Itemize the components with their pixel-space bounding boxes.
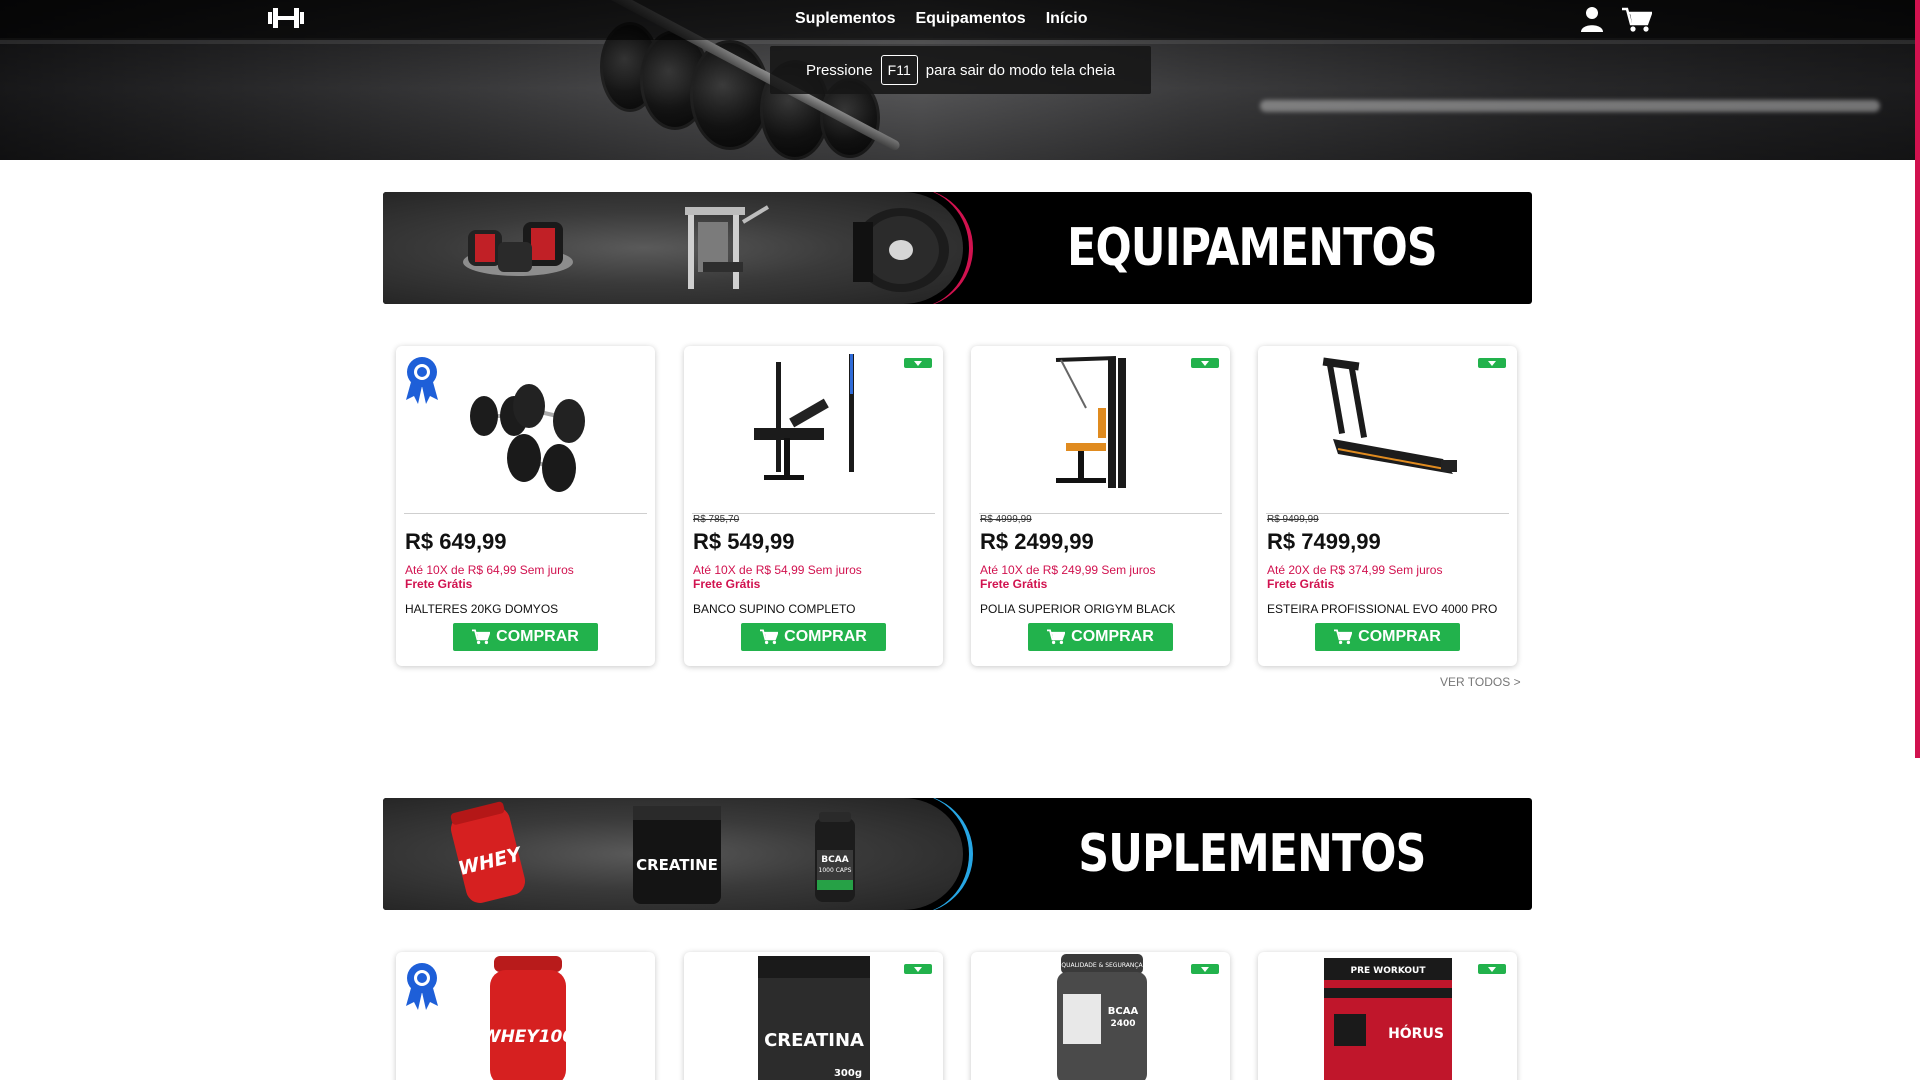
cart-icon [760, 629, 779, 645]
product-image-area: CREATINA 300g [684, 952, 943, 1080]
installments: Até 10X de R$ 249,99 Sem juros [980, 563, 1156, 577]
cart-icon [472, 629, 491, 645]
product-card[interactable]: PRE WORKOUT HÓRUS [1258, 952, 1517, 1080]
bcaa-label: BCAA [821, 855, 848, 865]
product-image-area [684, 346, 943, 512]
installments: Até 20X de R$ 374,99 Sem juros [1267, 563, 1443, 577]
cart-icon [1047, 629, 1066, 645]
bcaa-caps-label: 1000 CAPS [819, 867, 852, 874]
discount-tag-icon[interactable] [904, 358, 932, 368]
whey-product-image: WHEY100 [488, 956, 568, 1080]
product-image-area [396, 346, 655, 512]
discount-tag-icon[interactable] [1478, 964, 1506, 974]
nav-link-suplementos[interactable]: Suplementos [795, 10, 895, 28]
bench-product-image [754, 354, 854, 480]
product-name: ESTEIRA PROFISSIONAL EVO 4000 PRO [1267, 602, 1498, 616]
product-image-area: WHEY100 [396, 952, 655, 1080]
creatina-weight: 300g [834, 1068, 862, 1079]
whey-card-label: WHEY100 [488, 1027, 568, 1047]
top-navigation: Suplementos Equipamentos Início [0, 0, 1920, 40]
price: R$ 2499,99 [980, 529, 1094, 554]
buy-button-label: COMPRAR [784, 628, 867, 645]
product-name: POLIA SUPERIOR ORIGYM BLACK [980, 602, 1176, 616]
old-price: R$ 4999,99 [980, 514, 1032, 525]
award-ribbon-icon [406, 963, 438, 1010]
shipping-info: Frete Grátis [693, 577, 761, 591]
product-card[interactable]: R$ 9499,99 R$ 7499,99 Até 20X de R$ 374,… [1258, 346, 1517, 666]
banner-image-area [383, 192, 963, 304]
old-price: R$ 785,70 [693, 514, 740, 525]
bcaa-card-number: 2400 [1110, 1019, 1135, 1029]
price: R$ 549,99 [693, 529, 795, 554]
nav-links: Suplementos Equipamentos Início [795, 10, 1087, 28]
bcaa-product-image: QUALIDADE & SEGURANÇA BCAA 2400 [1057, 954, 1147, 1080]
buy-button[interactable]: COMPRAR [1028, 623, 1173, 651]
buy-button-label: COMPRAR [1358, 628, 1441, 645]
nav-link-inicio[interactable]: Início [1046, 10, 1088, 28]
scrollbar-thumb[interactable] [1915, 0, 1920, 758]
creatina-label: CREATINA [764, 1030, 864, 1051]
shipping-info: Frete Grátis [980, 577, 1048, 591]
preworkout-product-image: PRE WORKOUT HÓRUS [1324, 958, 1452, 1080]
shopping-cart-icon[interactable] [1622, 7, 1652, 33]
product-card[interactable]: R$ 4999,99 R$ 2499,99 Até 10X de R$ 249,… [971, 346, 1230, 666]
treadmill-product-image [1322, 357, 1457, 474]
view-all-link[interactable]: VER TODOS > [1440, 675, 1521, 689]
f11-key-badge: F11 [880, 55, 918, 85]
product-name: BANCO SUPINO COMPLETO [693, 602, 856, 616]
discount-tag-icon[interactable] [1191, 358, 1219, 368]
product-image-area: QUALIDADE & SEGURANÇA BCAA 2400 [971, 952, 1230, 1080]
creatine-label: CREATINE [636, 856, 718, 874]
discount-tag-icon[interactable] [1478, 358, 1506, 368]
section-banner-suplementos[interactable]: WHEY CREATINE BCAA 1000 CAPS SUPLEMENTOS [383, 798, 1532, 910]
award-ribbon-icon [406, 357, 438, 404]
product-name: HALTERES 20KG DOMYOS [405, 602, 559, 616]
horus-label: HÓRUS [1388, 1024, 1444, 1042]
creatina-product-image: CREATINA 300g [758, 956, 870, 1080]
buy-button-label: COMPRAR [496, 628, 579, 645]
product-image-area: PRE WORKOUT HÓRUS [1258, 952, 1517, 1080]
buy-button[interactable]: COMPRAR [1315, 623, 1460, 651]
qa-brand-label: QUALIDADE & SEGURANÇA [1061, 962, 1143, 969]
bcaa-card-label: BCAA [1108, 1006, 1139, 1017]
installments: Até 10X de R$ 54,99 Sem juros [693, 563, 862, 577]
section-title-equipamentos: EQUIPAMENTOS [1067, 218, 1437, 278]
card-divider [404, 513, 647, 514]
discount-tag-icon[interactable] [1191, 964, 1219, 974]
preworkout-label: PRE WORKOUT [1351, 966, 1427, 976]
installments: Até 10X de R$ 64,99 Sem juros [405, 563, 574, 577]
buy-button[interactable]: COMPRAR [453, 623, 598, 651]
section-banner-equipamentos[interactable]: EQUIPAMENTOS [383, 192, 1532, 304]
product-card[interactable]: WHEY100 [396, 952, 655, 1080]
price: R$ 649,99 [405, 529, 507, 554]
old-price: R$ 9499,99 [1267, 514, 1319, 525]
product-card[interactable]: QUALIDADE & SEGURANÇA BCAA 2400 [971, 952, 1230, 1080]
pulley-product-image [1055, 356, 1126, 488]
product-card[interactable]: R$ 649,99 Até 10X de R$ 64,99 Sem juros … [396, 346, 655, 666]
fullscreen-notice-after: para sair do modo tela cheia [925, 61, 1116, 79]
buy-button-label: COMPRAR [1071, 628, 1154, 645]
price: R$ 7499,99 [1267, 529, 1381, 554]
fullscreen-exit-notice: Pressione F11 para sair do modo tela che… [770, 46, 1151, 94]
nav-link-equipamentos[interactable]: Equipamentos [915, 10, 1025, 28]
product-card[interactable]: CREATINA 300g [684, 952, 943, 1080]
user-account-icon[interactable] [1580, 6, 1604, 32]
discount-tag-icon[interactable] [904, 964, 932, 974]
shipping-info: Frete Grátis [405, 577, 473, 591]
product-image-area [971, 346, 1230, 512]
product-image-area [1258, 346, 1517, 512]
product-card[interactable]: R$ 785,70 R$ 549,99 Até 10X de R$ 54,99 … [684, 346, 943, 666]
shipping-info: Frete Grátis [1267, 577, 1335, 591]
section-title-suplementos: SUPLEMENTOS [1078, 824, 1426, 884]
banner-image-area: WHEY CREATINE BCAA 1000 CAPS [383, 798, 963, 910]
fullscreen-notice-before: Pressione [805, 61, 873, 79]
buy-button[interactable]: COMPRAR [741, 623, 886, 651]
dumbbell-logo-icon[interactable] [268, 6, 304, 30]
dumbbells-product-image [470, 384, 585, 492]
cart-icon [1334, 629, 1353, 645]
